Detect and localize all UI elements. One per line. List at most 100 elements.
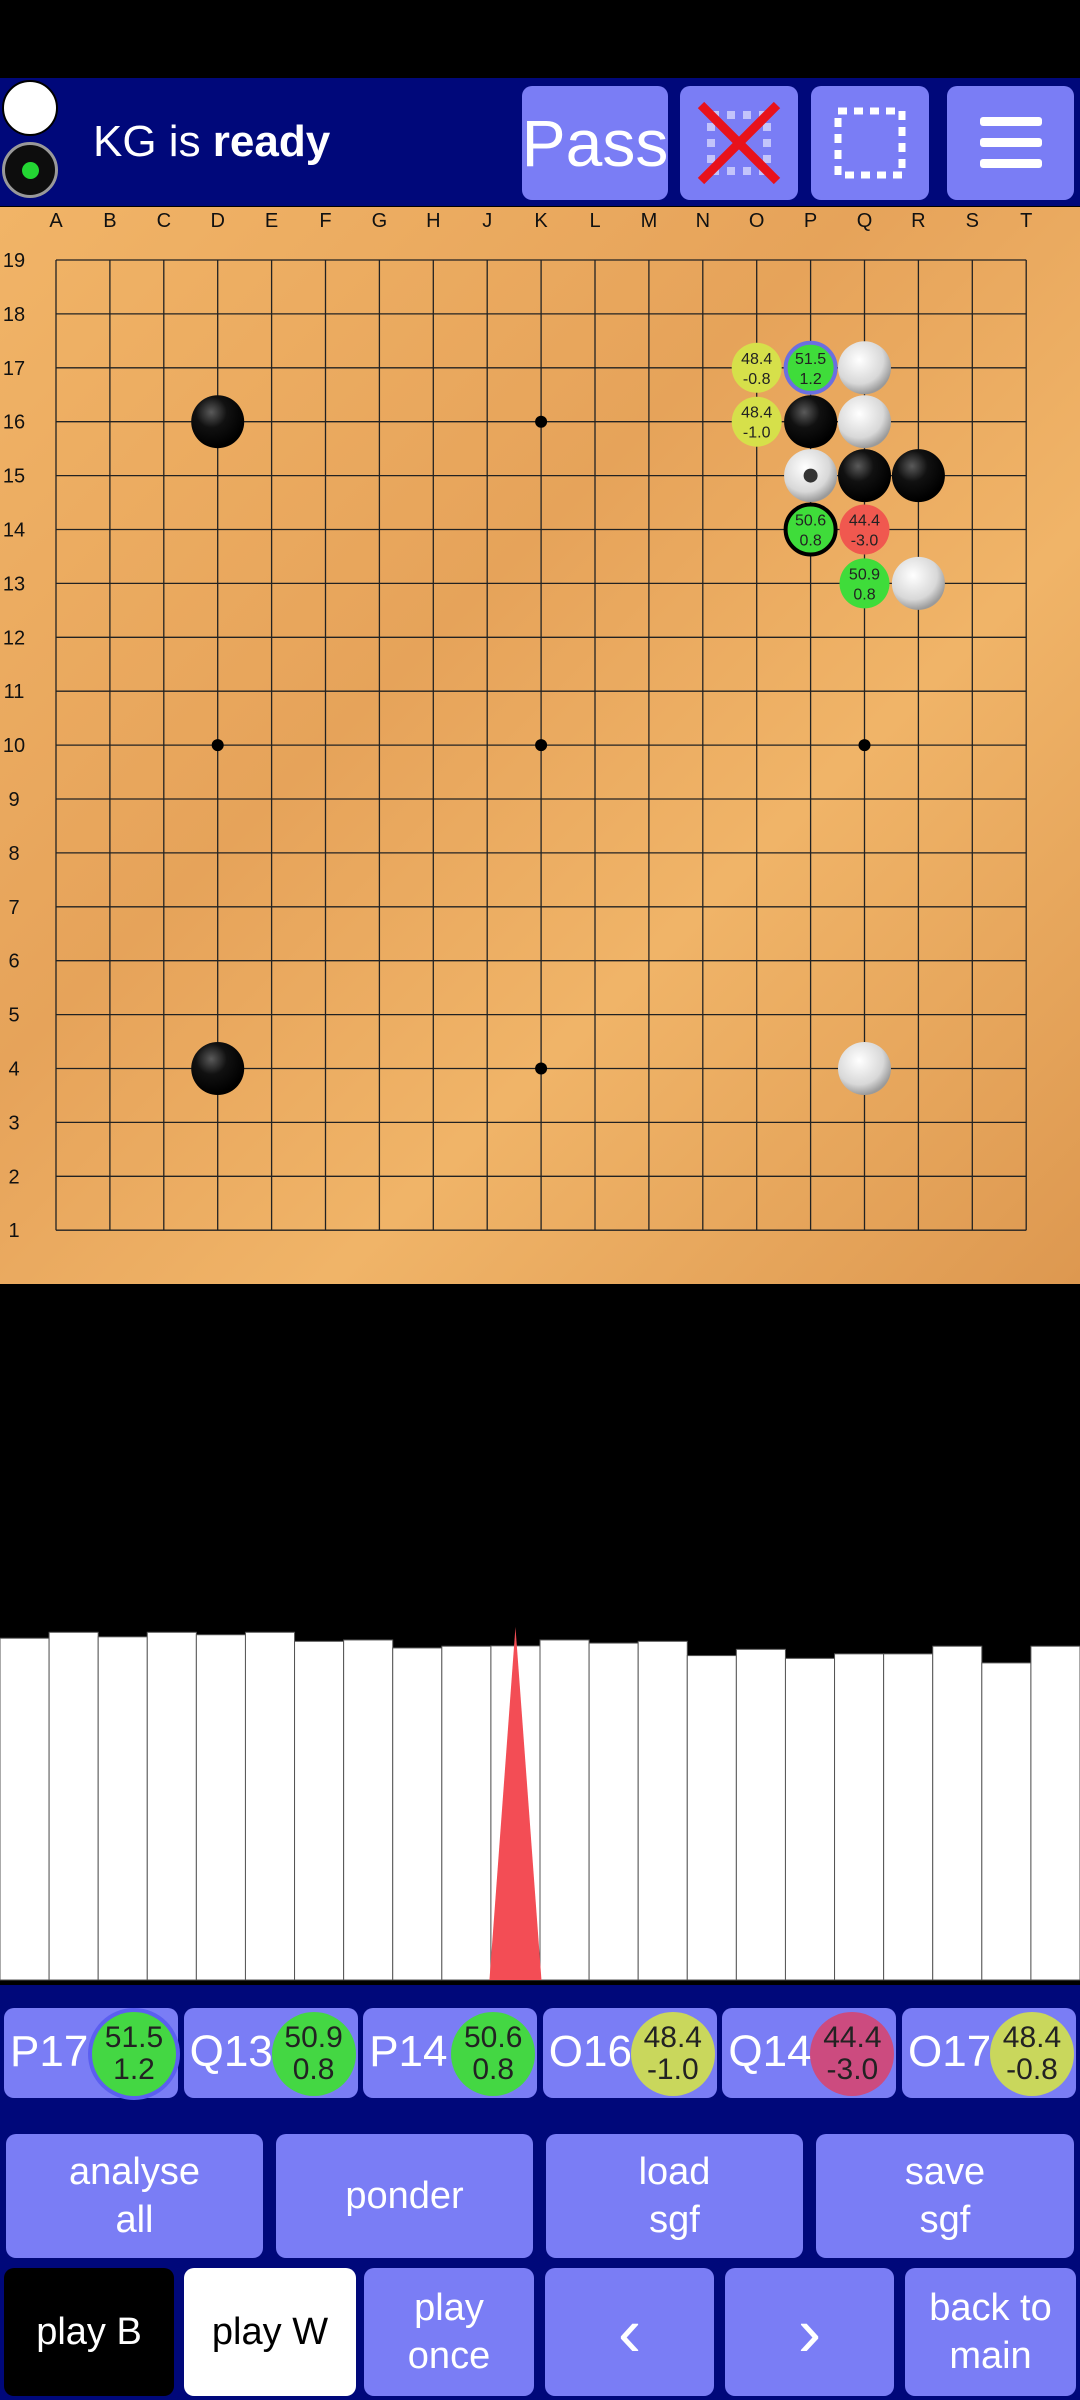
move-winrate-badge: 48.4 -1.0 (630, 2012, 715, 2096)
column-label: C (157, 210, 171, 232)
move-winrate-badge: 50.6 0.8 (451, 2012, 536, 2096)
previous-move-button[interactable]: ‹ (545, 2268, 714, 2396)
column-label: A (49, 210, 63, 232)
remove-stone-button[interactable] (680, 86, 798, 200)
black-stone[interactable] (891, 449, 945, 503)
play-once-line1: play (414, 2287, 484, 2329)
back-to-main-button[interactable]: back to main (905, 2268, 1076, 2396)
row-label: 17 (3, 358, 25, 380)
winrate-bar (441, 1645, 492, 1981)
green-status-dot (22, 162, 39, 179)
next-move-button[interactable]: › (725, 2268, 894, 2396)
white-stone[interactable] (838, 395, 891, 449)
column-label: Q (857, 210, 873, 232)
play-white-button[interactable]: play W (184, 2268, 356, 2396)
move-label: Q13 (189, 2027, 273, 2076)
candidate-move[interactable]: 50.6 0.8 (783, 502, 838, 557)
move-winrate: 50.6 (463, 2021, 523, 2054)
column-label: G (372, 210, 388, 232)
candidate-move[interactable]: 48.4 -1.0 (731, 396, 782, 447)
candidate-move[interactable]: 48.4 -0.8 (731, 342, 782, 393)
load-sgf-button[interactable]: load sgf (546, 2134, 803, 2258)
row-label: 3 (8, 1112, 19, 1134)
winrate-bar (48, 1631, 99, 1981)
column-label: D (210, 210, 224, 232)
move-winrate-badge: 48.4 -0.8 (990, 2012, 1074, 2096)
menu-button[interactable] (947, 86, 1074, 200)
status-prefix: KG is (93, 117, 213, 166)
candidate-winrate: 48.4 (741, 351, 772, 368)
candidate-move[interactable]: 51.5 1.2 (783, 340, 838, 395)
candidate-score: 0.8 (799, 533, 821, 550)
winrate-bar (588, 1642, 639, 1981)
move-score: -3.0 (826, 2053, 879, 2086)
analyse-all-button[interactable]: analyse all (6, 2134, 263, 2258)
row-label: 9 (8, 789, 19, 811)
ponder-button[interactable]: ponder (276, 2134, 533, 2258)
go-board[interactable]: A B C D E F G H J K L M N O P Q R S T 19 18 17 16 15 14 13 12 11 10 9… (0, 207, 1080, 1284)
winrate-bar (686, 1655, 737, 1981)
row-label: 12 (3, 627, 25, 649)
column-label: F (319, 210, 331, 232)
move-winrate: 51.5 (104, 2021, 164, 2054)
move-label: Q14 (728, 2027, 812, 2076)
engine-status: KG is ready (93, 112, 330, 172)
candidate-score: 1.2 (799, 371, 821, 388)
load-sgf-line2: sgf (649, 2199, 700, 2241)
play-black-button[interactable]: play B (4, 2268, 174, 2396)
move-label: P14 (369, 2027, 448, 2076)
hamburger-menu-icon (979, 117, 1042, 168)
move-score: -0.8 (1006, 2053, 1058, 2086)
select-area-icon (834, 107, 906, 179)
chevron-right-icon: › (797, 2293, 822, 2371)
candidate-move[interactable]: 44.4 -3.0 (839, 504, 890, 555)
black-stone[interactable] (838, 449, 891, 503)
move-score: 0.8 (472, 2053, 515, 2086)
row-label: 13 (3, 573, 25, 595)
move-label: P17 (10, 2027, 89, 2076)
white-stone[interactable] (838, 1042, 891, 1095)
status-state: ready (212, 117, 331, 166)
column-label: M (641, 210, 658, 232)
column-label: S (966, 210, 979, 232)
candidate-winrate: 50.6 (795, 513, 826, 530)
white-player-indicator (2, 80, 58, 136)
black-stone[interactable] (191, 395, 245, 449)
candidate-winrate: 44.4 (849, 513, 880, 530)
move-winrate: 50.9 (284, 2021, 343, 2054)
pass-button[interactable]: Pass (522, 86, 668, 200)
move-label: O17 (908, 2027, 992, 2076)
winrate-bar (0, 1637, 50, 1981)
winrate-bar (195, 1634, 246, 1981)
black-stone[interactable] (784, 395, 838, 449)
row-label: 7 (8, 897, 19, 919)
move-winrate: 44.4 (823, 2021, 882, 2054)
candidate-score: -0.8 (743, 371, 771, 388)
load-sgf-line1: load (638, 2151, 711, 2193)
candidate-move[interactable]: 50.9 0.8 (839, 558, 890, 609)
candidate-score: 0.8 (853, 586, 875, 603)
move-winrate-badge: 50.9 0.8 (271, 2012, 356, 2096)
column-label: H (426, 210, 440, 232)
row-label: 19 (3, 250, 25, 272)
play-once-button[interactable]: play once (364, 2268, 534, 2396)
row-label: 6 (8, 951, 19, 973)
save-sgf-line2: sgf (919, 2199, 971, 2241)
winrate-bar (97, 1636, 148, 1981)
white-stone[interactable] (891, 556, 945, 610)
select-area-button[interactable] (811, 86, 929, 200)
remove-stone-icon (697, 101, 781, 185)
column-label: P (804, 210, 817, 232)
white-stone[interactable] (838, 341, 891, 395)
row-label: 4 (8, 1059, 19, 1081)
column-label: T (1020, 210, 1032, 232)
column-label: B (103, 210, 116, 232)
back-to-main-line1: back to (929, 2287, 1052, 2329)
star-point (211, 739, 224, 752)
play-once-line2: once (407, 2335, 491, 2377)
candidate-winrate: 48.4 (741, 405, 772, 422)
winrate-bar (981, 1662, 1032, 1981)
winrate-bar (539, 1639, 590, 1981)
save-sgf-button[interactable]: save sgf (816, 2134, 1074, 2258)
black-stone[interactable] (191, 1042, 245, 1095)
